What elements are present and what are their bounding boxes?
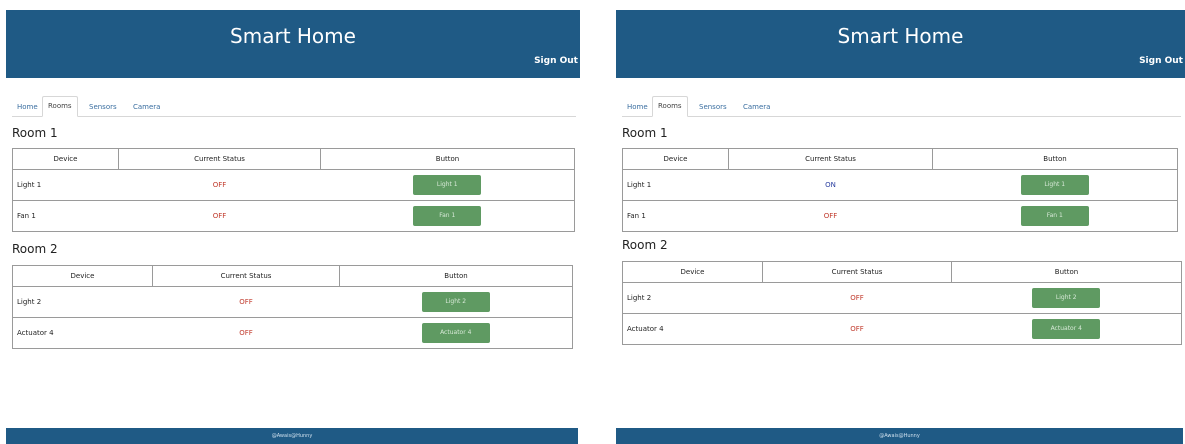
- nav-tabs: Home Rooms Sensors Camera: [622, 92, 1181, 117]
- toggle-fan-1-button[interactable]: Fan 1: [1020, 206, 1089, 226]
- table-row: Light 2 OFF Light 2: [12, 286, 573, 318]
- device-name: Light 2: [12, 286, 153, 318]
- column-header: Button: [320, 148, 575, 170]
- table-row: Light 2 OFF Light 2: [622, 282, 1182, 314]
- device-name: Fan 1: [622, 200, 729, 232]
- toggle-actuator-4-button[interactable]: Actuator 4: [421, 323, 490, 343]
- device-status: OFF: [728, 200, 933, 232]
- column-header: Button: [339, 265, 573, 287]
- tab-rooms[interactable]: Rooms: [652, 96, 688, 117]
- table-row: Fan 1 OFF Fan 1: [622, 200, 1178, 232]
- device-status: OFF: [118, 169, 321, 201]
- device-table: Device Current Status Button Light 2 OFF…: [622, 261, 1182, 345]
- room-title: Room 2: [622, 238, 668, 252]
- device-name: Light 2: [622, 282, 763, 314]
- device-status: OFF: [762, 313, 952, 345]
- app-header: Smart Home Sign Out: [6, 10, 580, 78]
- app-header: Smart Home Sign Out: [616, 10, 1185, 78]
- room-title: Room 1: [12, 126, 58, 140]
- device-status: OFF: [152, 317, 340, 349]
- footer: @Awais@Hunny: [6, 428, 578, 444]
- column-header: Device: [622, 148, 729, 170]
- tab-rooms[interactable]: Rooms: [42, 96, 78, 117]
- column-header: Current Status: [762, 261, 952, 283]
- device-status: OFF: [152, 286, 340, 318]
- tab-camera[interactable]: Camera: [738, 98, 775, 117]
- smart-home-panel-left: Smart Home Sign Out Home Rooms Sensors C…: [0, 0, 580, 444]
- device-status: ON: [728, 169, 933, 201]
- table-row: Actuator 4 OFF Actuator 4: [622, 313, 1182, 345]
- tab-camera[interactable]: Camera: [128, 98, 165, 117]
- footer: @Awais@Hunny: [616, 428, 1183, 444]
- app-title: Smart Home: [230, 24, 356, 48]
- toggle-fan-1-button[interactable]: Fan 1: [413, 206, 482, 226]
- device-name: Light 1: [12, 169, 119, 201]
- sign-out-link[interactable]: Sign Out: [534, 56, 578, 66]
- nav-tabs: Home Rooms Sensors Camera: [12, 92, 576, 117]
- toggle-actuator-4-button[interactable]: Actuator 4: [1032, 319, 1101, 339]
- table-row: Light 1 OFF Light 1: [12, 169, 575, 201]
- table-row: Light 1 ON Light 1: [622, 169, 1178, 201]
- column-header: Current Status: [728, 148, 933, 170]
- column-header: Device: [12, 265, 153, 287]
- column-header: Button: [951, 261, 1182, 283]
- tab-sensors[interactable]: Sensors: [84, 98, 122, 117]
- room-title: Room 2: [12, 242, 58, 256]
- table-row: Fan 1 OFF Fan 1: [12, 200, 575, 232]
- column-header: Device: [622, 261, 763, 283]
- sign-out-link[interactable]: Sign Out: [1139, 56, 1183, 66]
- device-table: Device Current Status Button Light 2 OFF…: [12, 265, 573, 349]
- toggle-light-2-button[interactable]: Light 2: [421, 292, 490, 312]
- tab-sensors[interactable]: Sensors: [694, 98, 732, 117]
- device-table: Device Current Status Button Light 1 ON …: [622, 148, 1178, 232]
- device-name: Fan 1: [12, 200, 119, 232]
- device-name: Actuator 4: [622, 313, 763, 345]
- column-header: Current Status: [118, 148, 321, 170]
- column-header: Device: [12, 148, 119, 170]
- table-row: Actuator 4 OFF Actuator 4: [12, 317, 573, 349]
- device-status: OFF: [118, 200, 321, 232]
- tab-home[interactable]: Home: [12, 98, 43, 117]
- device-status: OFF: [762, 282, 952, 314]
- column-header: Current Status: [152, 265, 340, 287]
- device-name: Actuator 4: [12, 317, 153, 349]
- device-table: Device Current Status Button Light 1 OFF…: [12, 148, 575, 232]
- smart-home-panel-right: Smart Home Sign Out Home Rooms Sensors C…: [610, 0, 1185, 444]
- tab-home[interactable]: Home: [622, 98, 653, 117]
- toggle-light-1-button[interactable]: Light 1: [1020, 175, 1089, 195]
- device-name: Light 1: [622, 169, 729, 201]
- column-header: Button: [932, 148, 1178, 170]
- toggle-light-1-button[interactable]: Light 1: [413, 175, 482, 195]
- room-title: Room 1: [622, 126, 668, 140]
- toggle-light-2-button[interactable]: Light 2: [1032, 288, 1101, 308]
- app-title: Smart Home: [837, 24, 964, 48]
